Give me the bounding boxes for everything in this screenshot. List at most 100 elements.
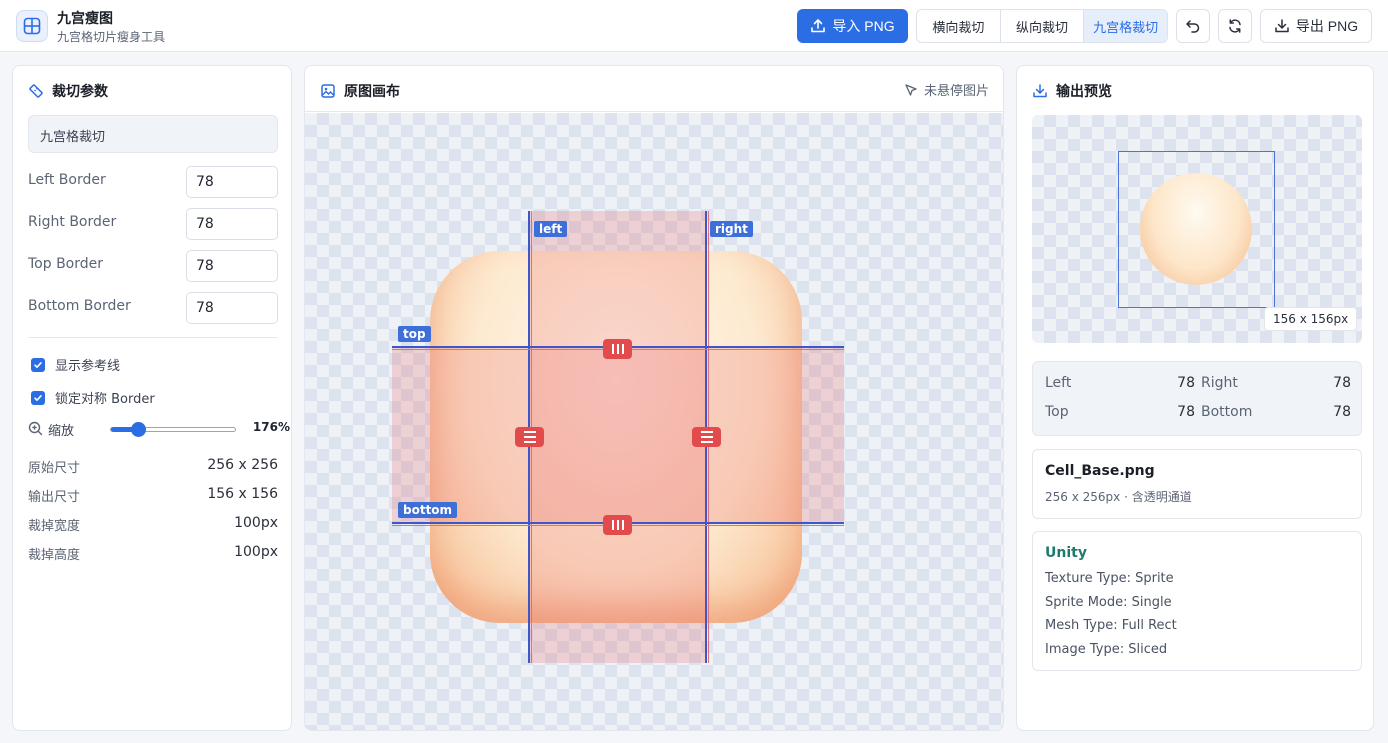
zoom-label: 缩放 [48,424,75,439]
right-guide-tag: right [710,221,753,237]
zoom-slider[interactable] [110,422,236,437]
summary-right: Right 78 [1201,375,1351,391]
info-cropped-width: 裁掉宽度 100px [28,515,278,534]
left-border-input[interactable] [186,166,278,198]
summary-value: 78 [1333,404,1351,420]
zoom-slider-thumb[interactable] [131,422,147,437]
mode-horizontal-crop[interactable]: 横向裁切 [917,10,1001,42]
summary-top: Top 78 [1045,404,1195,420]
output-preview-header: 输出预览 [1032,81,1112,101]
download-icon [1033,84,1047,98]
undo-icon [1186,20,1200,33]
checkmark-icon [34,361,42,368]
lock-symmetric-checkbox[interactable] [31,390,45,405]
crop-params-title: 裁切参数 [52,84,108,100]
summary-key: Right [1201,375,1238,391]
zoom-control: 缩放 176% [28,418,290,440]
right-guide-handle[interactable] [692,427,721,447]
mode-nine-slice-crop[interactable]: 九宫格裁切 [1084,10,1167,42]
show-guides-checkbox[interactable] [31,357,45,372]
left-border-label: Left Border [28,172,106,188]
source-canvas-panel: 原图画布 未悬停图片 left right top bottom [304,65,1004,731]
canvas-header: 原图画布 未悬停图片 [305,66,1003,112]
top-guide-tag: top [398,326,431,342]
crop-mode-select[interactable]: 九宫格裁切 [28,115,278,153]
zoom-in-icon [28,421,43,436]
middle-row-shade-left [392,348,530,524]
zoom-value: 176% [252,420,290,434]
bottom-guide-handle[interactable] [603,515,632,535]
info-key: 裁掉高度 [28,548,81,563]
summary-key: Left [1045,375,1072,391]
hover-status-text: 未悬停图片 [923,84,989,99]
app-subtitle: 九宫格切片瘦身工具 [57,30,166,44]
image-icon [321,84,335,98]
unity-sprite-mode: Sprite Mode: Single [1045,595,1172,610]
export-png-label: 导出 PNG [1295,18,1359,34]
summary-bottom: Bottom 78 [1201,404,1351,420]
info-value: 156 x 156 [207,486,278,502]
info-value: 100px [234,515,278,531]
output-preview-panel: 输出预览 156 x 156px Left 78 Right 78 Top 78… [1016,65,1374,731]
unity-title: Unity [1045,545,1087,561]
output-preview-canvas: 156 x 156px [1032,115,1362,343]
info-value: 100px [234,544,278,560]
bottom-border-input[interactable] [186,292,278,324]
top-guide-handle[interactable] [603,339,632,359]
info-original-size: 原始尺寸 256 x 256 [28,457,278,476]
border-summary: Left 78 Right 78 Top 78 Bottom 78 [1032,361,1362,436]
unity-mesh-type: Mesh Type: Full Rect [1045,618,1177,633]
app-title: 九宫瘦图 [57,11,113,27]
info-key: 原始尺寸 [28,461,81,476]
source-canvas[interactable]: left right top bottom [305,113,1003,730]
download-icon [1275,19,1289,33]
mode-vertical-crop[interactable]: 纵向裁切 [1001,10,1085,42]
import-png-label: 导入 PNG [832,18,895,34]
left-guide-handle[interactable] [515,427,544,447]
summary-value: 78 [1177,404,1195,420]
summary-value: 78 [1333,375,1351,391]
refresh-icon [1229,19,1241,33]
top-border-label: Top Border [28,256,104,272]
info-key: 裁掉宽度 [28,519,81,534]
file-info-card: Cell_Base.png 256 x 256px · 含透明通道 [1032,449,1362,519]
undo-button[interactable] [1176,9,1210,43]
divider [28,337,278,338]
right-border-input[interactable] [186,208,278,240]
lock-symmetric-toggle[interactable]: 锁定对称 Border [31,388,155,407]
canvas-title-group: 原图画布 [320,81,400,101]
unity-image-type: Image Type: Sliced [1045,642,1168,657]
file-meta: 256 x 256px · 含透明通道 [1045,490,1192,504]
output-image [1140,173,1252,285]
app-header: 九宫瘦图 九宫格切片瘦身工具 导入 PNG 横向裁切 纵向裁切 九宫格裁切 导出… [0,0,1388,52]
top-border-input[interactable] [186,250,278,282]
reset-button[interactable] [1218,9,1252,43]
summary-value: 78 [1177,375,1195,391]
crop-params-panel: 裁切参数 九宫格裁切 Left Border Right Border Top … [12,65,292,731]
lock-symmetric-label: 锁定对称 Border [55,392,155,407]
center-cell-shade [530,348,707,524]
summary-key: Bottom [1201,404,1253,420]
info-output-size: 输出尺寸 156 x 156 [28,486,278,505]
crop-params-header: 裁切参数 [28,81,108,101]
file-name: Cell_Base.png [1045,463,1155,479]
hover-status: 未悬停图片 [904,80,989,99]
cursor-icon [905,83,917,96]
show-guides-toggle[interactable]: 显示参考线 [31,355,120,374]
checkmark-icon [34,394,42,401]
right-border-label: Right Border [28,214,117,230]
show-guides-label: 显示参考线 [55,359,121,374]
bottom-border-label: Bottom Border [28,298,131,314]
output-size-badge: 156 x 156px [1264,307,1358,331]
left-guide-tag: left [534,221,568,237]
info-cropped-height: 裁掉高度 100px [28,544,278,563]
import-png-button[interactable]: 导入 PNG [797,9,908,43]
export-png-button[interactable]: 导出 PNG [1260,9,1372,43]
unity-texture-type: Texture Type: Sprite [1045,571,1174,586]
summary-left: Left 78 [1045,375,1195,391]
middle-row-shade-right [707,348,844,524]
summary-key: Top [1045,404,1069,420]
canvas-title: 原图画布 [344,84,400,100]
info-key: 输出尺寸 [28,490,81,505]
crop-mode-switch: 横向裁切 纵向裁切 九宫格裁切 [916,9,1168,43]
